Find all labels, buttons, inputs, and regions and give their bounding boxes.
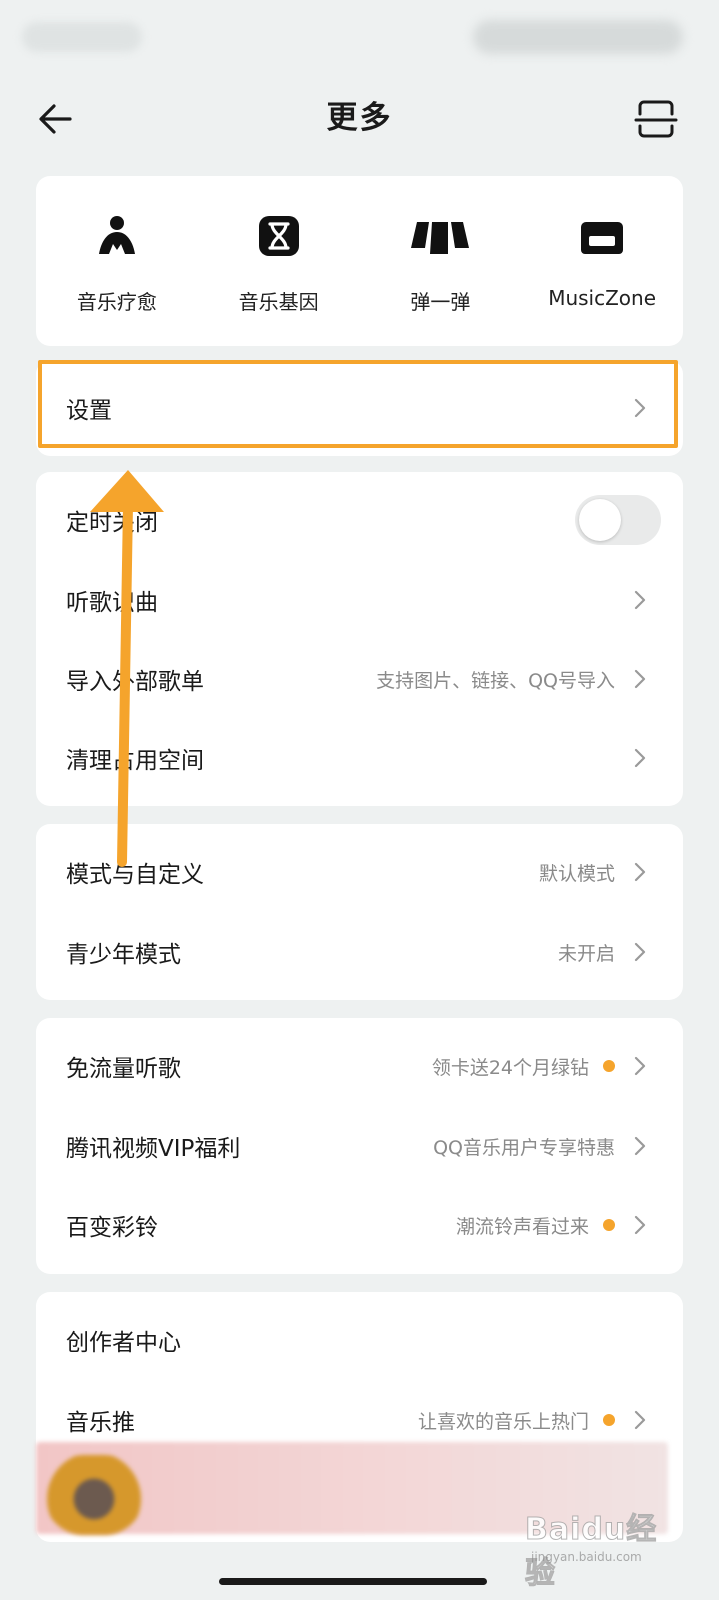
free-data-row[interactable]: 免流量听歌 领卡送24个月绿钻 — [36, 1026, 683, 1106]
youth-mode-value: 未开启 — [557, 942, 615, 965]
mode-label: 模式与自定义 — [66, 862, 204, 888]
youth-mode-label: 青少年模式 — [66, 942, 181, 968]
feature-music-healing[interactable]: 音乐疗愈 — [36, 176, 198, 346]
home-indicator[interactable] — [219, 1578, 487, 1585]
timer-off-row: 定时关闭 — [36, 480, 683, 560]
timer-off-toggle[interactable] — [575, 495, 661, 545]
notification-dot — [603, 1414, 615, 1426]
chevron-right-icon — [634, 1056, 646, 1076]
feature-musiczone[interactable]: MusicZone — [521, 176, 683, 346]
feature-label: MusicZone — [548, 286, 657, 310]
chevron-right-icon — [634, 748, 646, 768]
mini-player-album-art — [44, 1455, 144, 1535]
timer-off-label: 定时关闭 — [66, 510, 158, 536]
music-healing-icon — [91, 210, 143, 262]
watermark-sub: jingyan.baidu.com — [531, 1550, 642, 1564]
settings-highlight-box — [38, 360, 678, 448]
feature-piano[interactable]: 弹一弹 — [360, 176, 522, 346]
status-bar-icons-blurred — [473, 20, 683, 54]
free-data-value: 领卡送24个月绿钻 — [431, 1056, 589, 1079]
ringtone-value: 潮流铃声看过来 — [455, 1215, 589, 1238]
page-title: 更多 — [326, 100, 393, 136]
tencent-video-value: QQ音乐用户专享特惠 — [433, 1136, 615, 1159]
clean-space-label: 清理占用空间 — [66, 748, 204, 774]
status-bar — [0, 0, 719, 70]
creator-center-label: 创作者中心 — [66, 1330, 181, 1356]
sofa-icon — [576, 210, 628, 262]
header: 更多 — [0, 80, 719, 152]
mode-value: 默认模式 — [538, 862, 615, 885]
ringtone-label: 百变彩铃 — [66, 1215, 158, 1241]
scan-icon[interactable] — [631, 94, 681, 144]
chevron-right-icon — [634, 942, 646, 962]
tencent-video-label: 腾讯视频VIP福利 — [66, 1136, 241, 1162]
tencent-video-row[interactable]: 腾讯视频VIP福利 QQ音乐用户专享特惠 — [36, 1106, 683, 1186]
chevron-right-icon — [634, 590, 646, 610]
baidu-watermark: Baidu经验 jingyan.baidu.com — [525, 1494, 675, 1592]
status-bar-time-blurred — [22, 22, 142, 52]
watermark-main: Baidu经验 — [525, 1512, 658, 1592]
toggle-knob — [579, 499, 621, 541]
feature-label: 音乐疗愈 — [76, 290, 157, 314]
mode-card: 模式与自定义 默认模式 青少年模式 未开启 — [36, 824, 683, 1000]
chevron-right-icon — [634, 1136, 646, 1156]
chevron-right-icon — [634, 1410, 646, 1430]
import-playlist-row[interactable]: 导入外部歌单 支持图片、链接、QQ号导入 — [36, 639, 683, 719]
mode-row[interactable]: 模式与自定义 默认模式 — [36, 832, 683, 912]
import-playlist-value: 支持图片、链接、QQ号导入 — [376, 669, 615, 692]
chevron-right-icon — [634, 669, 646, 689]
free-data-label: 免流量听歌 — [66, 1056, 181, 1082]
features-card: 音乐疗愈 音乐基因 弹一弹 MusicZone — [36, 176, 683, 346]
piano-keys-icon — [409, 210, 471, 262]
clean-space-row[interactable]: 清理占用空间 — [36, 718, 683, 798]
chevron-right-icon — [634, 1215, 646, 1235]
import-playlist-label: 导入外部歌单 — [66, 669, 204, 695]
feature-music-gene[interactable]: 音乐基因 — [198, 176, 360, 346]
music-push-label: 音乐推 — [66, 1410, 135, 1436]
chevron-right-icon — [634, 862, 646, 882]
feature-label: 弹一弹 — [410, 290, 471, 314]
notification-dot — [603, 1219, 615, 1231]
benefits-card: 免流量听歌 领卡送24个月绿钻 腾讯视频VIP福利 QQ音乐用户专享特惠 百变彩… — [36, 1018, 683, 1274]
feature-label: 音乐基因 — [238, 290, 319, 314]
music-push-value: 让喜欢的音乐上热门 — [417, 1410, 589, 1433]
music-gene-icon — [253, 210, 305, 262]
creator-center-row[interactable]: 创作者中心 — [36, 1300, 683, 1380]
notification-dot — [603, 1060, 615, 1072]
song-recognition-label: 听歌识曲 — [66, 590, 158, 616]
ringtone-row[interactable]: 百变彩铃 潮流铃声看过来 — [36, 1185, 683, 1265]
song-recognition-row[interactable]: 听歌识曲 — [36, 560, 683, 640]
youth-mode-row[interactable]: 青少年模式 未开启 — [36, 912, 683, 992]
tools-card: 定时关闭 听歌识曲 导入外部歌单 支持图片、链接、QQ号导入 清理占用空间 — [36, 472, 683, 806]
